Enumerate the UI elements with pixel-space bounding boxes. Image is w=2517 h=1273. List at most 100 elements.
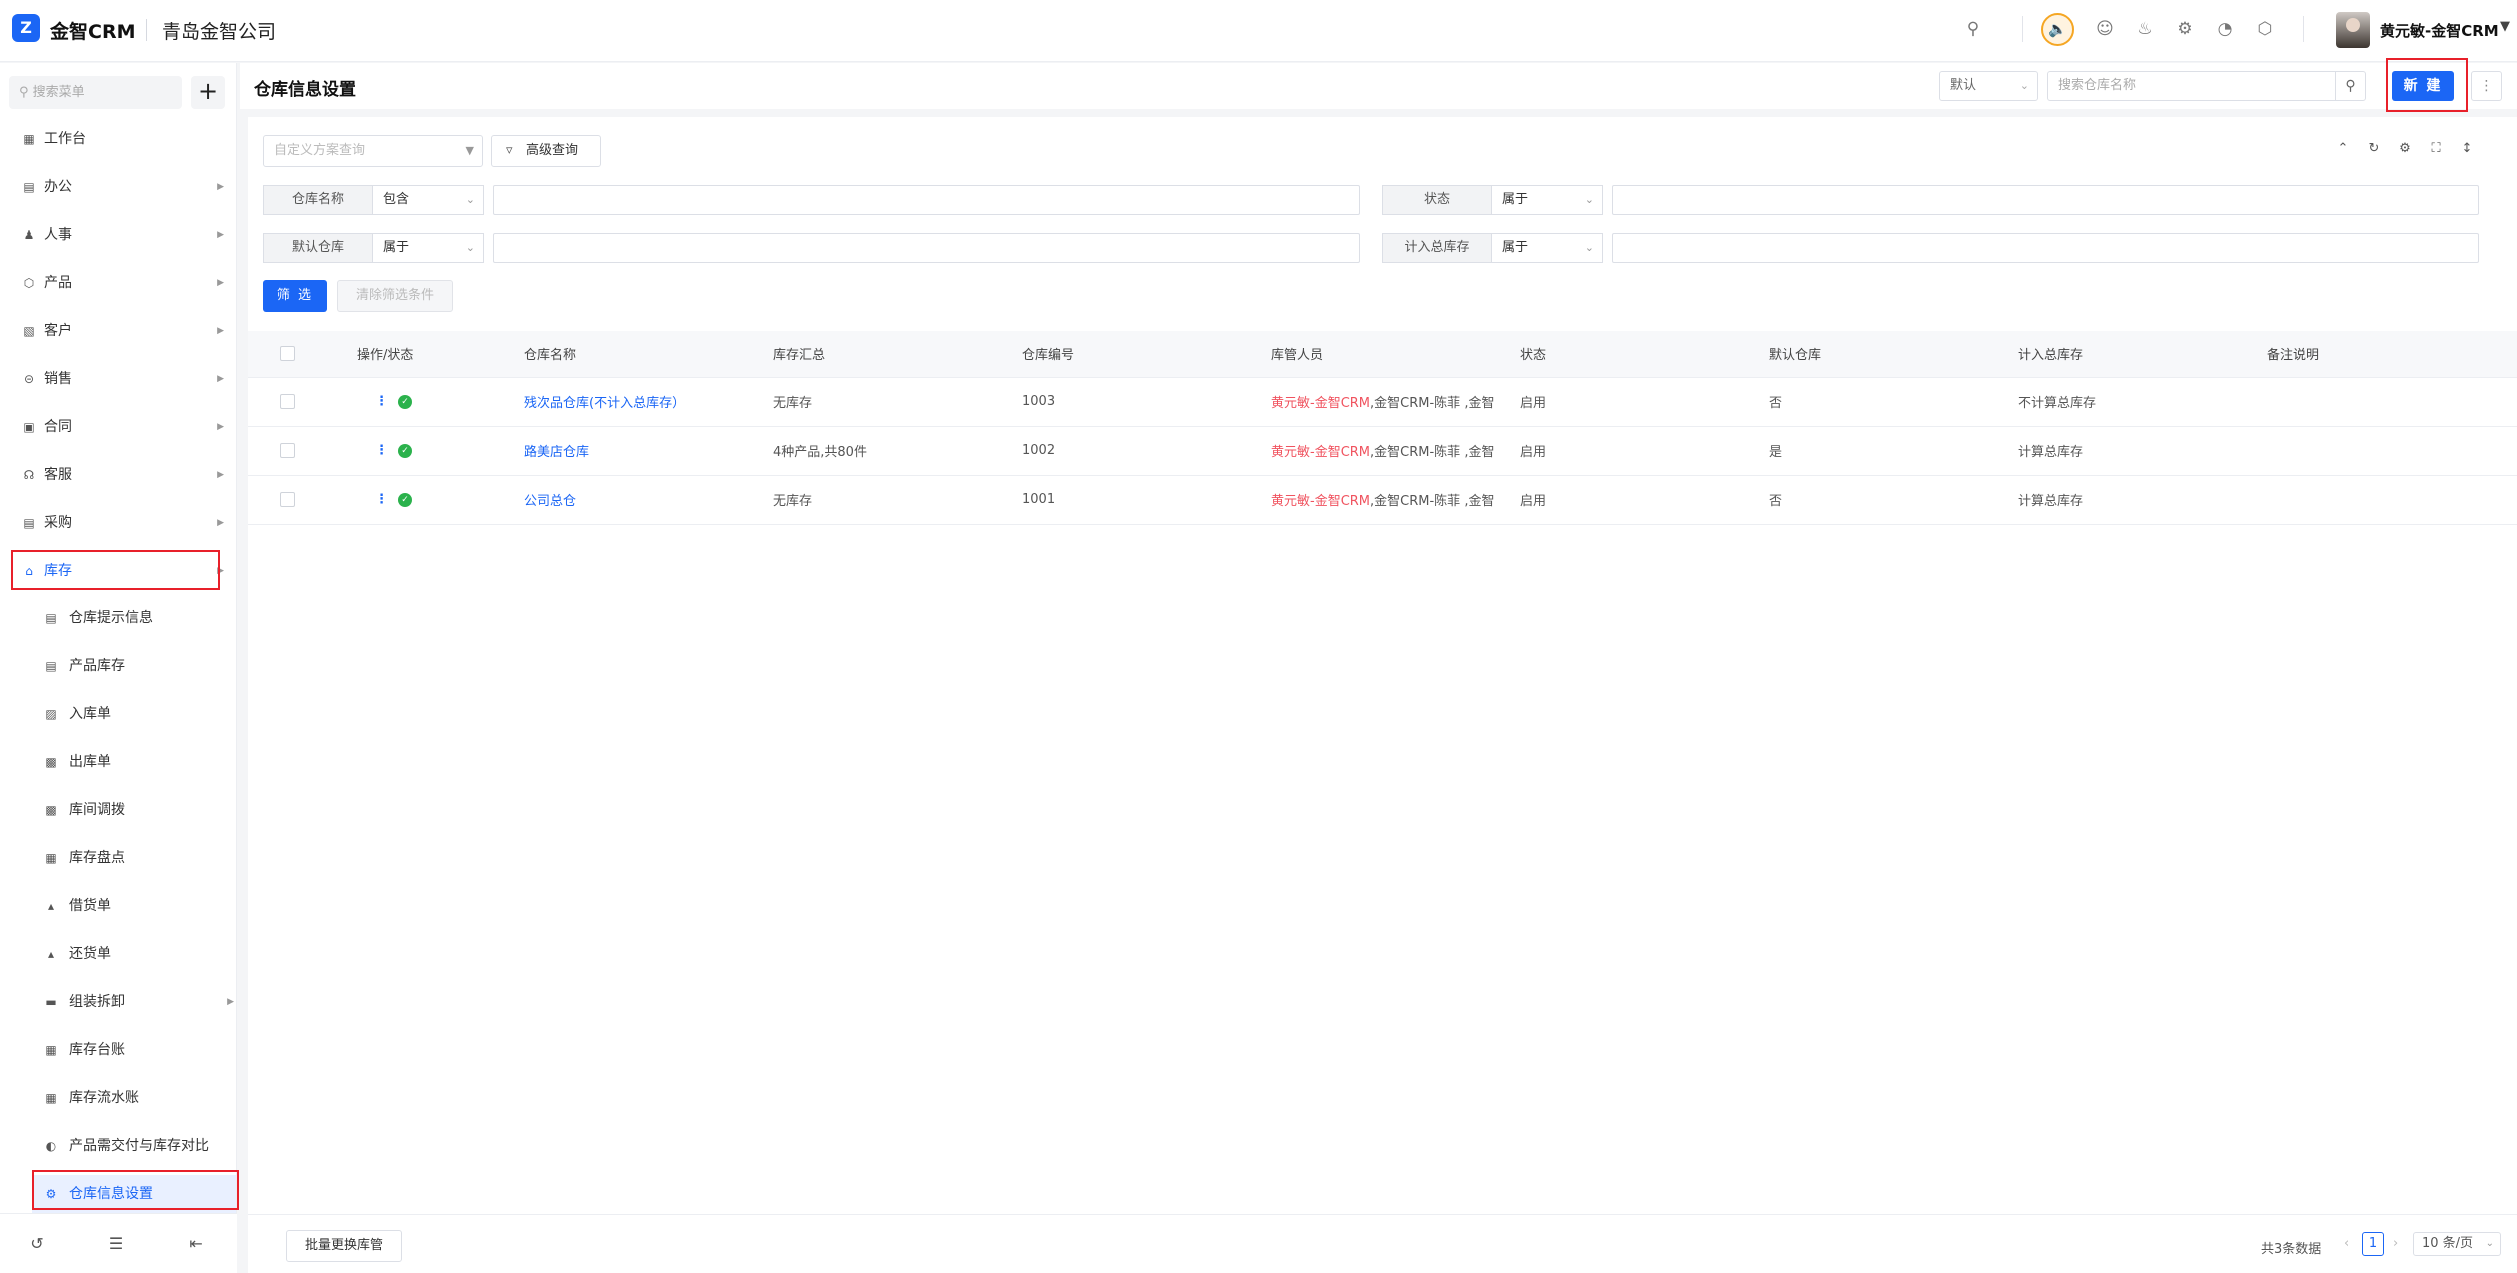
sidebar-subitem[interactable]: ▩ 库间调拨 xyxy=(32,791,236,829)
refresh-icon[interactable]: ↻ xyxy=(2365,141,2383,156)
sidebar-subitem[interactable]: ▤ 产品库存 xyxy=(32,647,236,685)
page-number[interactable]: 1 xyxy=(2362,1232,2384,1256)
table-row[interactable]: ⋮ ✓ 公司总仓 无库存 1001 黄元敏-金智CRM,金智CRM-陈菲 ,金智 启用否计算… xyxy=(248,475,2517,525)
prev-page-icon[interactable]: ‹ xyxy=(2344,1236,2349,1251)
row-checkbox[interactable] xyxy=(280,443,295,458)
pie-chart-icon[interactable]: ◔ xyxy=(2214,18,2236,40)
column-header[interactable]: 状态 xyxy=(1512,331,1761,378)
collapse-up-icon[interactable]: ⌃ xyxy=(2334,141,2352,156)
cube-icon[interactable]: ⬡ xyxy=(2254,18,2276,40)
cell-name[interactable]: 路美店仓库 xyxy=(516,426,765,476)
contacts-icon[interactable]: ☺ xyxy=(2094,18,2116,40)
filter-input-default[interactable] xyxy=(493,233,1360,263)
column-header[interactable]: 仓库名称 xyxy=(516,331,765,378)
filter-input-name[interactable] xyxy=(493,185,1360,215)
warehouse-name-link[interactable]: 路美店仓库 xyxy=(524,445,589,460)
row-checkbox[interactable] xyxy=(280,394,295,409)
gear-icon[interactable]: ⚙ xyxy=(2174,18,2196,40)
sidebar-item[interactable]: ▦ 工作台 xyxy=(12,120,224,158)
sidebar-subitem[interactable]: ⚙ 仓库信息设置 xyxy=(32,1175,236,1213)
row-menu-icon[interactable]: ⋮ xyxy=(375,492,388,507)
sidebar-subitem-label: 入库单 xyxy=(69,706,111,722)
sidebar-item[interactable]: ⊝ 销售 ▶ xyxy=(12,360,224,398)
row-menu-icon[interactable]: ⋮ xyxy=(375,394,388,409)
filter-operator-name[interactable]: 包含 ⌄ xyxy=(372,185,484,215)
column-header[interactable]: 库管人员 xyxy=(1263,331,1512,378)
sidebar-subitem[interactable]: ▨ 入库单 xyxy=(32,695,236,733)
cell-name[interactable]: 残次品仓库(不计入总库存） xyxy=(516,377,765,427)
announcement-icon[interactable]: 🔈 xyxy=(2041,13,2074,46)
sidebar-subitem[interactable]: ◐ 产品需交付与库存对比 xyxy=(32,1127,236,1165)
search-icon[interactable]: ⚲ xyxy=(1962,18,1984,40)
cell-name[interactable]: 公司总仓 xyxy=(516,475,765,525)
sidebar-subitem[interactable]: ▴ 还货单 xyxy=(32,935,236,973)
warehouse-search-input[interactable]: 搜索仓库名称 xyxy=(2047,71,2336,101)
sidebar-subitem[interactable]: ▦ 库存盘点 xyxy=(32,839,236,877)
advanced-search-button[interactable]: ▿ 高级查询 xyxy=(491,135,601,167)
column-header[interactable]: 库存汇总 xyxy=(765,331,1014,378)
sidebar-subitem[interactable]: ▦ 库存流水账 xyxy=(32,1079,236,1117)
sidebar-item[interactable]: ▣ 合同 ▶ xyxy=(12,408,224,446)
filter-operator-count-total[interactable]: 属于 ⌄ xyxy=(1491,233,1603,263)
column-header[interactable]: 默认仓库 xyxy=(1761,331,2010,378)
manager-others: ,金智CRM-陈菲 ,金智 xyxy=(1370,445,1495,460)
add-menu-button[interactable]: + xyxy=(191,76,225,109)
page-size-select[interactable]: 10 条/页 ⌄ xyxy=(2413,1232,2501,1256)
sliders-icon[interactable]: ☰ xyxy=(104,1234,128,1253)
company-name[interactable]: 青岛金智公司 xyxy=(162,17,276,44)
collapse-menu-icon[interactable]: ⇤ xyxy=(184,1234,208,1253)
settings-icon[interactable]: ⚙ xyxy=(2396,141,2414,156)
row-menu-icon[interactable]: ⋮ xyxy=(375,443,388,458)
row-checkbox-cell[interactable] xyxy=(248,475,349,525)
filter-input-count-total[interactable] xyxy=(1612,233,2479,263)
chevron-down-icon[interactable]: ▼ xyxy=(2500,19,2510,34)
sidebar-subitem[interactable]: ▬ 组装拆卸 ▶ xyxy=(32,983,236,1021)
avatar[interactable] xyxy=(2336,12,2370,48)
view-select[interactable]: 默认 ⌄ xyxy=(1939,71,2038,101)
column-header[interactable]: 仓库编号 xyxy=(1014,331,1263,378)
filter-button[interactable]: 筛 选 xyxy=(263,280,327,312)
column-header[interactable]: 备注说明 xyxy=(2259,331,2517,378)
sidebar-subitem[interactable]: ▴ 借货单 xyxy=(32,887,236,925)
more-options-icon[interactable]: ⋮ xyxy=(2471,71,2502,101)
row-checkbox[interactable] xyxy=(280,492,295,507)
sidebar-item[interactable]: ☊ 客服 ▶ xyxy=(12,456,224,494)
column-header[interactable]: 计入总库存 xyxy=(2010,331,2259,378)
history-icon[interactable]: ↺ xyxy=(25,1234,49,1253)
select-all-checkbox-cell[interactable] xyxy=(248,331,349,378)
scheme-select[interactable]: 自定义方案查询 ▼ xyxy=(263,135,483,167)
table-row[interactable]: ⋮ ✓ 残次品仓库(不计入总库存） 无库存 1003 黄元敏-金智CRM,金智CRM-陈菲… xyxy=(248,377,2517,427)
menu-search-input[interactable]: ⚲ 搜索菜单 xyxy=(9,76,182,109)
bell-icon[interactable]: ♨ xyxy=(2134,18,2156,40)
filter-operator-status[interactable]: 属于 ⌄ xyxy=(1491,185,1603,215)
sidebar-item[interactable]: ⌂ 库存 ▶ xyxy=(12,552,224,590)
sidebar-item[interactable]: ▤ 办公 ▶ xyxy=(12,168,224,206)
row-checkbox-cell[interactable] xyxy=(248,377,349,427)
sidebar-item[interactable]: ⬡ 产品 ▶ xyxy=(12,264,224,302)
fullscreen-icon[interactable]: ⛶ xyxy=(2427,141,2445,156)
sidebar-item-label: 库存 xyxy=(44,563,72,579)
sidebar-item[interactable]: ▧ 客户 ▶ xyxy=(12,312,224,350)
filter-input-status[interactable] xyxy=(1612,185,2479,215)
select-all-checkbox[interactable] xyxy=(280,346,295,362)
table-row[interactable]: ⋮ ✓ 路美店仓库 4种产品,共80件 1002 黄元敏-金智CRM,金智CRM-陈菲 ,… xyxy=(248,426,2517,476)
sidebar-item[interactable]: ▤ 采购 ▶ xyxy=(12,504,224,542)
next-page-icon[interactable]: › xyxy=(2393,1236,2398,1251)
new-button[interactable]: 新 建 xyxy=(2392,71,2454,101)
clear-filters-button[interactable]: 清除筛选条件 xyxy=(337,280,453,312)
sidebar-item[interactable]: ♟ 人事 ▶ xyxy=(12,216,224,254)
sidebar-subitem[interactable]: ▩ 出库单 xyxy=(32,743,236,781)
batch-change-manager-button[interactable]: 批量更换库管 xyxy=(286,1230,402,1262)
filter-operator-default[interactable]: 属于 ⌄ xyxy=(372,233,484,263)
sidebar-subitem[interactable]: ▦ 库存台账 xyxy=(32,1031,236,1069)
warehouse-name-link[interactable]: 公司总仓 xyxy=(524,494,576,509)
sidebar-subitem[interactable]: ▤ 仓库提示信息 xyxy=(32,599,236,637)
column-height-icon[interactable]: ↕ xyxy=(2458,141,2476,156)
warehouse-name-link[interactable]: 残次品仓库(不计入总库存） xyxy=(524,396,685,411)
row-actions-cell: ⋮ ✓ xyxy=(349,377,516,427)
check-circle-icon: ✓ xyxy=(398,443,412,458)
search-button[interactable]: ⚲ xyxy=(2335,71,2366,101)
chevron-down-icon: ⌄ xyxy=(2485,1238,2494,1249)
row-checkbox-cell[interactable] xyxy=(248,426,349,476)
user-name[interactable]: 黄元敏-金智CRM xyxy=(2380,20,2499,41)
